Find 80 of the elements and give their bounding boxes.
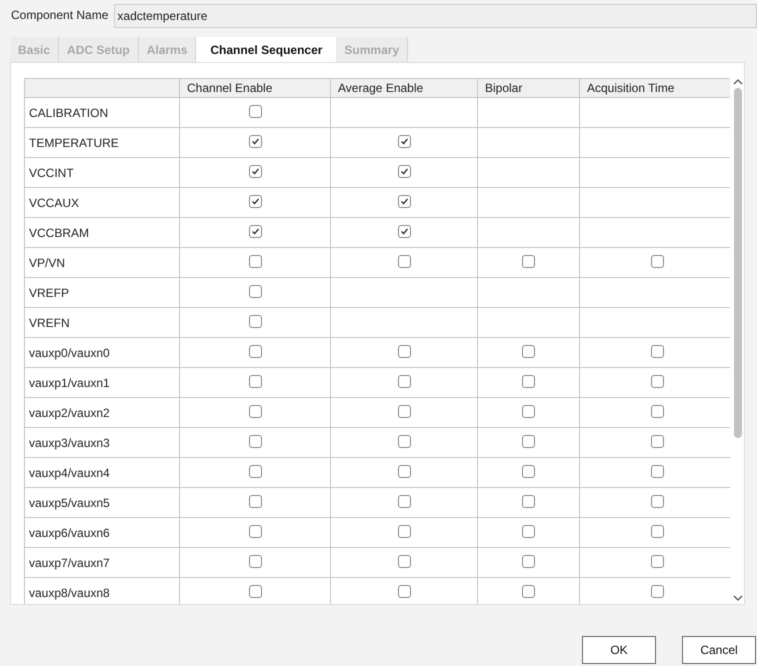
checkbox[interactable] <box>248 194 262 208</box>
field-label: Component Name <box>10 8 110 22</box>
checkbox[interactable] <box>248 344 262 358</box>
checkbox[interactable] <box>398 434 410 448</box>
checkbox[interactable] <box>522 494 535 508</box>
column-header: Average Enable <box>330 78 478 98</box>
scroll-down-icon[interactable] <box>733 594 744 602</box>
checkbox[interactable] <box>522 374 535 388</box>
checkbox[interactable] <box>650 254 664 268</box>
checkbox[interactable] <box>650 554 664 568</box>
dialog-button[interactable]: Cancel <box>682 636 756 664</box>
checkbox[interactable] <box>398 404 410 418</box>
checkbox[interactable] <box>650 404 664 418</box>
checkbox[interactable] <box>248 134 262 148</box>
channel-name: vauxp4/vauxn4 <box>24 458 180 488</box>
channel-name: VREFN <box>24 308 180 338</box>
checkbox[interactable] <box>650 434 664 448</box>
channel-name: VCCBRAM <box>24 218 180 248</box>
channel-name: vauxp7/vauxn7 <box>24 548 180 578</box>
checkbox[interactable] <box>248 104 262 118</box>
dialog-button[interactable]: OK <box>582 636 656 664</box>
checkbox[interactable] <box>248 404 262 418</box>
checkbox[interactable] <box>398 374 410 388</box>
checkbox[interactable] <box>248 554 262 568</box>
checkbox[interactable] <box>248 524 262 538</box>
channel-name: vauxp6/vauxn6 <box>24 518 180 548</box>
checkbox[interactable] <box>398 134 410 148</box>
checkbox[interactable] <box>398 584 410 598</box>
checkbox[interactable] <box>650 464 664 478</box>
checkbox[interactable] <box>522 554 535 568</box>
channel-name: TEMPERATURE <box>24 128 180 158</box>
column-header: Acquisition Time <box>580 78 730 98</box>
channel-name: vauxp0/vauxn0 <box>24 338 180 368</box>
channel-name: vauxp8/vauxn8 <box>24 578 180 604</box>
scrollbar-thumb[interactable] <box>734 88 742 438</box>
checkbox[interactable] <box>650 524 664 538</box>
channel-name: VREFP <box>24 278 180 308</box>
channel-name: vauxp2/vauxn2 <box>24 398 180 428</box>
channel-name: VP/VN <box>24 248 180 278</box>
checkbox[interactable] <box>248 494 262 508</box>
checkbox[interactable] <box>248 464 262 478</box>
column-header: Bipolar <box>478 78 580 98</box>
column-header: Channel Enable <box>180 78 330 98</box>
channel-name: vauxp3/vauxn3 <box>24 428 180 458</box>
channel-name: VCCINT <box>24 158 180 188</box>
checkbox[interactable] <box>248 164 262 178</box>
checkbox[interactable] <box>248 284 262 298</box>
checkbox[interactable] <box>398 254 410 268</box>
checkbox[interactable] <box>248 584 262 598</box>
checkbox[interactable] <box>398 164 410 178</box>
checkbox[interactable] <box>522 254 535 268</box>
checkbox[interactable] <box>522 584 535 598</box>
checkbox[interactable] <box>398 524 410 538</box>
checkbox[interactable] <box>248 314 262 328</box>
checkbox[interactable] <box>522 344 535 358</box>
checkbox[interactable] <box>248 434 262 448</box>
checkbox[interactable] <box>398 494 410 508</box>
channel-name: VCCAUX <box>24 188 180 218</box>
checkbox[interactable] <box>522 404 535 418</box>
checkbox[interactable] <box>398 464 410 478</box>
checkbox[interactable] <box>398 224 410 238</box>
checkbox[interactable] <box>398 344 410 358</box>
checkbox[interactable] <box>398 194 410 208</box>
scroll-up-icon[interactable] <box>733 78 744 86</box>
checkbox[interactable] <box>650 584 664 598</box>
channel-name: CALIBRATION <box>24 98 180 128</box>
checkbox[interactable] <box>522 464 535 478</box>
tab[interactable]: Channel Sequencer <box>196 37 336 62</box>
channel-name: vauxp5/vauxn5 <box>24 488 180 518</box>
checkbox[interactable] <box>248 254 262 268</box>
checkbox[interactable] <box>522 524 535 538</box>
checkbox[interactable] <box>522 434 535 448</box>
checkbox[interactable] <box>398 554 410 568</box>
checkbox[interactable] <box>650 344 664 358</box>
component-name-field[interactable]: xadctemperature <box>114 4 757 28</box>
checkbox[interactable] <box>248 224 262 238</box>
channel-name: vauxp1/vauxn1 <box>24 368 180 398</box>
checkbox[interactable] <box>650 374 664 388</box>
checkbox[interactable] <box>650 494 664 508</box>
checkbox[interactable] <box>248 374 262 388</box>
